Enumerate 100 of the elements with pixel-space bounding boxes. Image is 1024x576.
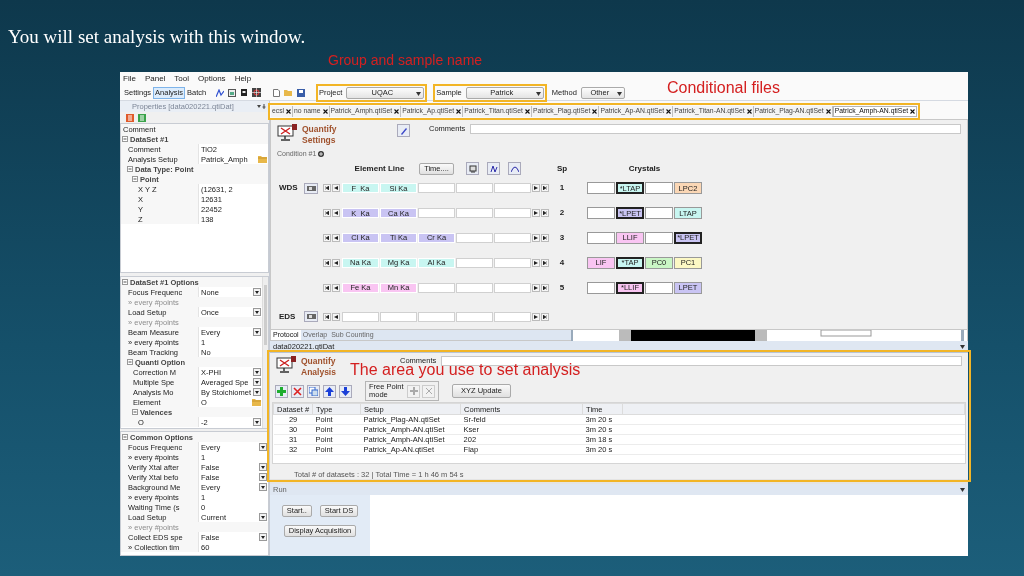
dropdown-button[interactable]: [253, 388, 261, 396]
collapse-icon[interactable]: [127, 166, 133, 172]
close-icon[interactable]: [286, 109, 292, 114]
crystal-slot[interactable]: [587, 207, 615, 220]
menu-item[interactable]: Tool: [174, 73, 190, 84]
element-field[interactable]: [456, 311, 493, 322]
crystal-slot[interactable]: [587, 281, 615, 294]
next-button[interactable]: [532, 283, 540, 292]
element-field[interactable]: [456, 208, 493, 219]
collapse-icon[interactable]: [127, 359, 133, 365]
spectrum-button[interactable]: [508, 162, 521, 176]
crosshair-icon[interactable]: [252, 88, 262, 97]
previous-button[interactable]: [332, 258, 340, 267]
move-down-button[interactable]: [339, 384, 352, 398]
copy-button[interactable]: [307, 384, 320, 398]
save-icon[interactable]: [297, 88, 305, 97]
crystal-slot[interactable]: [645, 281, 673, 294]
element-field[interactable]: [494, 311, 531, 322]
close-icon[interactable]: [524, 109, 530, 114]
dropdown-button[interactable]: [253, 378, 261, 386]
element-field[interactable]: [494, 183, 531, 194]
add-button[interactable]: [275, 384, 288, 398]
close-icon[interactable]: [322, 109, 328, 114]
collapse-icon[interactable]: [132, 409, 138, 415]
element-field[interactable]: [494, 282, 531, 293]
first-button[interactable]: [323, 233, 331, 242]
peak-button[interactable]: [487, 162, 500, 176]
element-field[interactable]: [456, 282, 493, 293]
previous-button[interactable]: [332, 184, 340, 193]
element-field[interactable]: [456, 257, 493, 268]
first-button[interactable]: [323, 184, 331, 193]
first-button[interactable]: [323, 209, 331, 218]
detector-button[interactable]: [304, 311, 318, 323]
close-icon[interactable]: [592, 109, 598, 114]
element-field[interactable]: [456, 232, 493, 243]
previous-button[interactable]: [332, 233, 340, 242]
menu-item[interactable]: Help: [234, 73, 252, 84]
close-icon[interactable]: [825, 109, 831, 114]
image-icon[interactable]: [228, 88, 237, 97]
dropdown-button[interactable]: [259, 533, 267, 541]
next-button[interactable]: [532, 209, 540, 218]
dropdown-button[interactable]: [259, 463, 267, 471]
element-field[interactable]: [418, 208, 455, 219]
dropdown-button[interactable]: [253, 368, 261, 376]
close-icon[interactable]: [910, 109, 916, 114]
close-icon[interactable]: [666, 109, 672, 114]
collapse-icon[interactable]: [122, 279, 128, 285]
next-button[interactable]: [532, 312, 540, 321]
crystal-slot[interactable]: [645, 182, 673, 195]
first-button[interactable]: [323, 283, 331, 292]
element-field[interactable]: [418, 183, 455, 194]
last-button[interactable]: [541, 233, 549, 242]
element-field[interactable]: [456, 183, 493, 194]
chart-icon[interactable]: [216, 88, 225, 97]
dropdown-button[interactable]: [259, 443, 267, 451]
detector-button[interactable]: [304, 182, 318, 194]
delete-button[interactable]: [291, 384, 304, 398]
next-button[interactable]: [532, 233, 540, 242]
element-field[interactable]: [418, 311, 455, 322]
crystal-slot[interactable]: [645, 231, 673, 244]
close-icon[interactable]: [456, 109, 462, 114]
first-button[interactable]: [323, 258, 331, 267]
sort-icon[interactable]: [126, 113, 134, 122]
comments-field[interactable]: [470, 124, 961, 134]
previous-button[interactable]: [332, 209, 340, 218]
dropdown-button[interactable]: [253, 288, 261, 296]
menu-item[interactable]: Panel: [144, 73, 166, 84]
close-icon[interactable]: [394, 109, 400, 114]
last-button[interactable]: [541, 209, 549, 218]
move-up-button[interactable]: [323, 384, 336, 398]
element-field[interactable]: [342, 311, 379, 322]
crystal-slot[interactable]: [587, 182, 615, 195]
collapse-icon[interactable]: [122, 136, 128, 142]
next-button[interactable]: [532, 258, 540, 267]
menu-item[interactable]: Options: [198, 73, 226, 84]
pin-icon[interactable]: [257, 103, 266, 110]
dropdown-button[interactable]: [259, 473, 267, 481]
dropdown-button[interactable]: [253, 308, 261, 316]
last-button[interactable]: [541, 258, 549, 267]
dropdown-button[interactable]: [253, 418, 261, 426]
edit-button[interactable]: [397, 124, 410, 137]
crystal-slot[interactable]: [645, 207, 673, 220]
element-field[interactable]: [494, 257, 531, 268]
element-field[interactable]: [494, 208, 531, 219]
collapse-icon[interactable]: [132, 176, 138, 182]
element-field[interactable]: [418, 282, 455, 293]
list-icon[interactable]: [138, 113, 146, 122]
previous-button[interactable]: [332, 312, 340, 321]
last-button[interactable]: [541, 283, 549, 292]
dropdown-button[interactable]: [259, 483, 267, 491]
scrollbar[interactable]: [262, 277, 268, 428]
screen-button[interactable]: [466, 162, 479, 176]
close-icon[interactable]: [746, 109, 752, 114]
first-button[interactable]: [323, 312, 331, 321]
crystal-slot[interactable]: [587, 231, 615, 244]
previous-button[interactable]: [332, 283, 340, 292]
last-button[interactable]: [541, 312, 549, 321]
dropdown-button[interactable]: [253, 328, 261, 336]
element-field[interactable]: [494, 232, 531, 243]
dropdown-button[interactable]: [259, 513, 267, 521]
